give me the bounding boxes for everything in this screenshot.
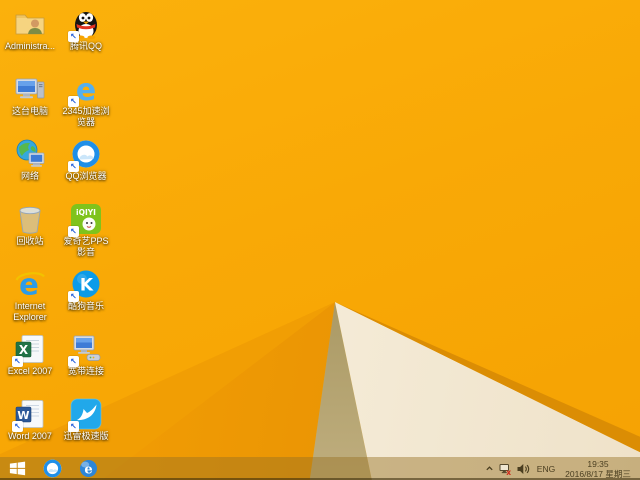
svg-text:iQIYI: iQIYI — [76, 208, 96, 217]
desktop-icon-broadband[interactable]: ↖ 宽带连接 — [58, 331, 114, 393]
desktop-icon-this-pc[interactable]: 这台电脑 — [2, 71, 58, 133]
desktop-icon-iqiyi-pps[interactable]: iQIYI ↖ 爱奇艺PPS 影音 — [58, 201, 114, 263]
desktop-icon-label: 这台电脑 — [11, 106, 48, 116]
shortcut-arrow-icon: ↖ — [68, 421, 79, 432]
chevron-up-icon — [485, 466, 493, 471]
broadband-icon: ↖ — [68, 333, 102, 367]
kugou-icon: K ↖ — [68, 268, 102, 302]
e-light-icon: e ↖ — [68, 73, 102, 107]
desktop[interactable]: Administra... ↖ 腾讯QQ 这台电脑 e ↖ 2345加速浏览器 网络 … — [0, 0, 640, 480]
network-status-button[interactable]: x — [496, 457, 514, 480]
clock-time: 19:35 — [587, 458, 609, 469]
desktop-icon-internet-explorer[interactable]: e Internet Explorer — [2, 266, 58, 328]
qq-penguin-icon: ↖ — [68, 8, 102, 42]
desktop-icon-excel-2007[interactable]: X ↖ Excel 2007 — [2, 331, 58, 393]
clock[interactable]: 19:35 2016/8/17 星期三 — [560, 457, 636, 480]
desktop-icon-network[interactable]: 网络 — [2, 136, 58, 198]
excel-icon: X ↖ — [12, 333, 46, 367]
word-icon: W ↖ — [12, 398, 46, 432]
shortcut-arrow-icon: ↖ — [12, 356, 23, 367]
taskbar: e x ENG 19:35 2016/8/17 星期三 — [0, 457, 640, 480]
desktop-icon-label: Excel 2007 — [7, 366, 53, 376]
desktop-icon-word-2007[interactable]: W ↖ Word 2007 — [2, 396, 58, 458]
folder-user-icon — [14, 8, 46, 40]
recycle-bin-icon — [14, 203, 46, 235]
svg-text:X: X — [19, 343, 29, 357]
taskbar-internet-explorer-button[interactable]: e — [70, 457, 106, 480]
speaker-icon — [517, 463, 530, 474]
iqiyi-icon: iQIYI ↖ — [68, 203, 102, 237]
show-hidden-icons-button[interactable] — [482, 457, 496, 480]
network-disconnected-icon: x — [499, 463, 511, 476]
language-indicator[interactable]: ENG — [532, 457, 560, 480]
desktop-icon-label: Word 2007 — [8, 431, 52, 441]
desktop-icon-recycle-bin[interactable]: 回收站 — [2, 201, 58, 263]
svg-text:e: e — [84, 462, 92, 477]
shortcut-arrow-icon: ↖ — [68, 161, 79, 172]
clock-date: 2016/8/17 星期三 — [565, 468, 631, 479]
shortcut-arrow-icon: ↖ — [68, 356, 79, 367]
shortcut-arrow-icon: ↖ — [68, 291, 79, 302]
ie-icon: e — [14, 268, 46, 300]
desktop-icon-label: 腾讯QQ — [69, 41, 102, 51]
desktop-icon-label: 2345加速浏览器 — [62, 106, 110, 127]
shortcut-arrow-icon: ↖ — [12, 421, 23, 432]
desktop-icon-kugou-music[interactable]: K ↖ 酷狗音乐 — [58, 266, 114, 328]
svg-text:x: x — [506, 468, 511, 476]
xunlei-icon: ↖ — [68, 398, 102, 432]
ie-ball-icon: e — [78, 458, 99, 479]
shortcut-arrow-icon: ↖ — [68, 96, 79, 107]
taskbar-qq-browser-button[interactable] — [34, 457, 70, 480]
computer-icon — [14, 73, 46, 105]
shortcut-arrow-icon: ↖ — [68, 31, 79, 42]
desktop-icon-2345-browser[interactable]: e ↖ 2345加速浏览器 — [58, 71, 114, 133]
desktop-icon-label: QQ浏览器 — [65, 171, 107, 181]
system-tray: x ENG 19:35 2016/8/17 星期三 — [482, 457, 640, 480]
qq-cloud-icon: ↖ — [68, 138, 102, 172]
shortcut-arrow-icon: ↖ — [68, 226, 79, 237]
desktop-icon-label: 迅雷极速版 — [63, 431, 109, 441]
desktop-icon-label: Internet Explorer — [13, 301, 47, 322]
desktop-icon-label: 宽带连接 — [67, 366, 104, 376]
desktop-icon-label: 回收站 — [16, 236, 44, 246]
volume-button[interactable] — [514, 457, 532, 480]
windows-logo-icon — [9, 461, 25, 476]
desktop-icon-tencent-qq[interactable]: ↖ 腾讯QQ — [58, 6, 114, 68]
desktop-icon-qq-browser[interactable]: ↖ QQ浏览器 — [58, 136, 114, 198]
start-button[interactable] — [0, 457, 34, 480]
desktop-icon-administrator[interactable]: Administra... — [2, 6, 58, 68]
svg-text:K: K — [80, 276, 94, 296]
desktop-icon-label: 网络 — [20, 171, 39, 181]
network-globe-icon — [14, 138, 46, 170]
desktop-icon-label: Administra... — [4, 41, 55, 51]
desktop-icon-label: 酷狗音乐 — [67, 301, 104, 311]
desktop-icon-label: 爱奇艺PPS 影音 — [63, 236, 109, 257]
qq-cloud-icon — [42, 458, 63, 479]
desktop-icon-xunlei[interactable]: ↖ 迅雷极速版 — [58, 396, 114, 458]
